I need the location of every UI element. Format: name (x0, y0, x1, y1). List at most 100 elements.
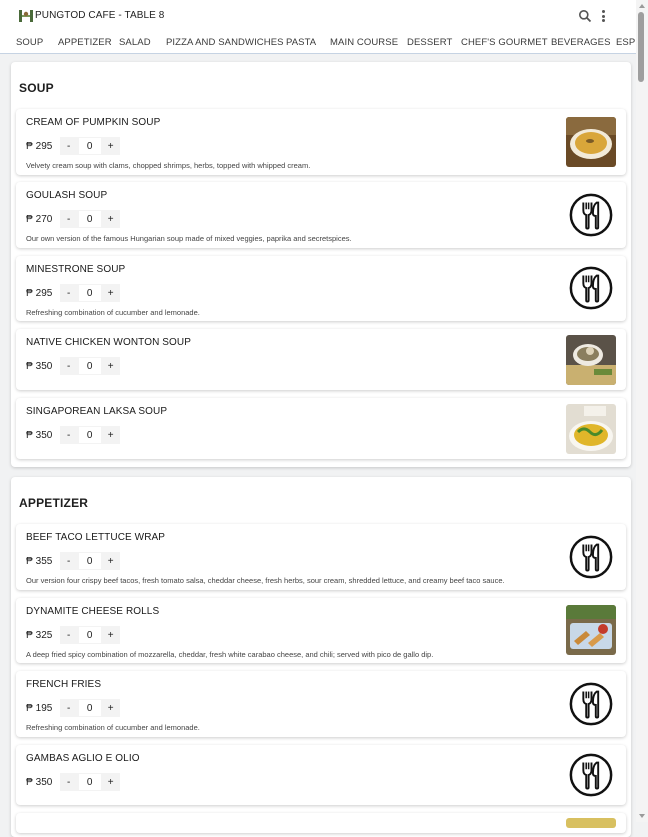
currency-symbol: ₱ (26, 429, 33, 441)
price-qty-row: ₱ 350 - 0 + (26, 426, 120, 444)
qty-value[interactable]: 0 (77, 699, 102, 717)
item-name: NATIVE CHICKEN WONTON SOUP (26, 337, 192, 348)
menu-item-card[interactable]: NATIVE CHICKEN WONTON SOUP ₱ 350 - 0 + (16, 329, 626, 390)
menu-item-card[interactable] (16, 813, 626, 833)
item-name: CREAM OF PUMPKIN SOUP (26, 117, 161, 128)
increase-qty-button[interactable]: + (101, 426, 120, 444)
tab-pasta[interactable]: PASTA (286, 37, 316, 48)
utensils-placeholder-icon (568, 534, 614, 580)
currency-symbol: ₱ (26, 287, 33, 299)
currency-symbol: ₱ (26, 629, 33, 641)
increase-qty-button[interactable]: + (101, 699, 120, 717)
qty-value[interactable]: 0 (77, 284, 102, 302)
increase-qty-button[interactable]: + (101, 773, 120, 791)
menu-item-card[interactable]: FRENCH FRIES ₱ 195 - 0 + Refreshing comb… (16, 671, 626, 737)
item-name: SINGAPOREAN LAKSA SOUP (26, 406, 168, 417)
utensils-placeholder-icon (568, 681, 614, 727)
decrease-qty-button[interactable]: - (59, 626, 78, 644)
tab-appetizer[interactable]: APPETIZER (58, 37, 112, 48)
item-description: Our own version of the famous Hungarian … (26, 234, 352, 243)
item-description: A deep fried spicy combination of mozzar… (26, 650, 434, 659)
scroll-up-arrow-icon[interactable] (639, 4, 645, 8)
scroll-down-arrow-icon[interactable] (639, 814, 645, 818)
increase-qty-button[interactable]: + (101, 552, 120, 570)
cafe-logo-icon (19, 10, 33, 22)
qty-value[interactable]: 0 (77, 773, 102, 791)
qty-value[interactable]: 0 (77, 626, 102, 644)
section-title: APPETIZER (19, 496, 89, 510)
menu-item-card[interactable]: BEEF TACO LETTUCE WRAP ₱ 355 - 0 + Our v… (16, 524, 626, 590)
menu-item-card[interactable]: GAMBAS AGLIO E OLIO ₱ 350 - 0 + (16, 745, 626, 805)
currency-symbol: ₱ (26, 555, 33, 567)
item-name: DYNAMITE CHEESE ROLLS (26, 606, 160, 617)
qty-value[interactable]: 0 (77, 357, 102, 375)
price-qty-row: ₱ 350 - 0 + (26, 357, 120, 375)
cheese-rolls-photo (566, 605, 616, 655)
food-photo (566, 818, 616, 828)
qty-value[interactable]: 0 (77, 210, 102, 228)
decrease-qty-button[interactable]: - (59, 699, 78, 717)
currency-symbol: ₱ (26, 776, 33, 788)
scrollbar-thumb[interactable] (638, 12, 644, 82)
price-qty-row: ₱ 295 - 0 + (26, 137, 120, 155)
qty-value[interactable]: 0 (77, 552, 102, 570)
decrease-qty-button[interactable]: - (59, 773, 78, 791)
decrease-qty-button[interactable]: - (59, 426, 78, 444)
category-tabs: SOUP APPETIZER SALAD PIZZA AND SANDWICHE… (0, 32, 636, 54)
menu-item-card[interactable]: SINGAPOREAN LAKSA SOUP ₱ 350 - 0 + (16, 398, 626, 459)
item-price: 350 (35, 360, 53, 372)
tab-espresso[interactable]: ESPR (616, 37, 636, 48)
increase-qty-button[interactable]: + (101, 626, 120, 644)
price-qty-row: ₱ 270 - 0 + (26, 210, 120, 228)
pumpkin-soup-photo (566, 117, 616, 167)
decrease-qty-button[interactable]: - (59, 210, 78, 228)
item-description: Velvety cream soup with clams, chopped s… (26, 161, 311, 170)
decrease-qty-button[interactable]: - (59, 357, 78, 375)
price-qty-row: ₱ 350 - 0 + (26, 773, 120, 791)
tab-beverages[interactable]: BEVERAGES (551, 37, 611, 48)
utensils-placeholder-icon (568, 752, 614, 798)
utensils-placeholder-icon (568, 265, 614, 311)
app-header: PUNGTOD CAFE - TABLE 8 (0, 0, 636, 32)
search-icon[interactable] (578, 9, 592, 23)
item-name: FRENCH FRIES (26, 679, 102, 690)
scrollbar[interactable] (636, 0, 648, 822)
item-price: 355 (35, 555, 53, 567)
tab-salad[interactable]: SALAD (119, 37, 151, 48)
more-vertical-icon[interactable] (598, 8, 608, 24)
item-name: MINESTRONE SOUP (26, 264, 126, 275)
item-name: GOULASH SOUP (26, 190, 108, 201)
tab-pizza-and-sandwiches[interactable]: PIZZA AND SANDWICHES (166, 37, 284, 48)
decrease-qty-button[interactable]: - (59, 137, 78, 155)
currency-symbol: ₱ (26, 702, 33, 714)
increase-qty-button[interactable]: + (101, 284, 120, 302)
decrease-qty-button[interactable]: - (59, 284, 78, 302)
item-price: 195 (35, 702, 53, 714)
item-price: 325 (35, 629, 53, 641)
decrease-qty-button[interactable]: - (59, 552, 78, 570)
item-price: 350 (35, 429, 53, 441)
item-price: 295 (35, 287, 53, 299)
app-title: PUNGTOD CAFE - TABLE 8 (35, 10, 165, 21)
item-price: 350 (35, 776, 53, 788)
currency-symbol: ₱ (26, 140, 33, 152)
item-description: Refreshing combination of cucumber and l… (26, 308, 200, 317)
tab-chefs-gourmet[interactable]: CHEF'S GOURMET (461, 37, 548, 48)
increase-qty-button[interactable]: + (101, 210, 120, 228)
currency-symbol: ₱ (26, 360, 33, 372)
menu-item-card[interactable]: MINESTRONE SOUP ₱ 295 - 0 + Refreshing c… (16, 256, 626, 321)
increase-qty-button[interactable]: + (101, 357, 120, 375)
tab-dessert[interactable]: DESSERT (407, 37, 452, 48)
tab-main-course[interactable]: MAIN COURSE (330, 37, 398, 48)
price-qty-row: ₱ 325 - 0 + (26, 626, 120, 644)
increase-qty-button[interactable]: + (101, 137, 120, 155)
menu-item-card[interactable]: DYNAMITE CHEESE ROLLS ₱ 325 - 0 + A deep… (16, 598, 626, 663)
price-qty-row: ₱ 295 - 0 + (26, 284, 120, 302)
tab-soup[interactable]: SOUP (16, 37, 43, 48)
qty-value[interactable]: 0 (77, 137, 102, 155)
utensils-placeholder-icon (568, 192, 614, 238)
qty-value[interactable]: 0 (77, 426, 102, 444)
menu-item-card[interactable]: GOULASH SOUP ₱ 270 - 0 + Our own version… (16, 182, 626, 248)
item-description: Our version four crispy beef tacos, fres… (26, 576, 505, 585)
menu-item-card[interactable]: CREAM OF PUMPKIN SOUP ₱ 295 - 0 + Velvet… (16, 109, 626, 175)
